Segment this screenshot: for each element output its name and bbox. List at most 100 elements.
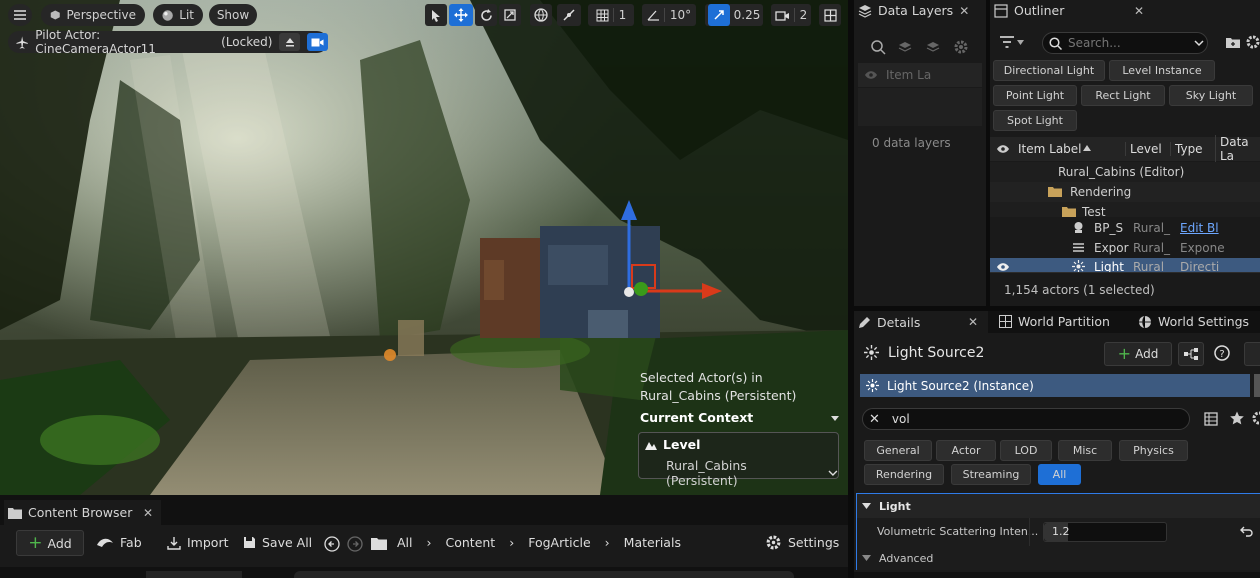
category-rendering[interactable]: Rendering [864,464,944,485]
save-all-button[interactable]: Save All [243,535,312,550]
viewport-layout-button[interactable] [819,4,841,26]
gear-icon[interactable] [1252,411,1260,425]
section-light-header[interactable]: Light [856,493,1260,518]
tree-row-folder-rendering[interactable]: Rendering [990,182,1260,202]
column-item-label[interactable]: Item Label [1018,142,1082,156]
grid-snap-button[interactable]: 1 [588,4,634,26]
star-icon[interactable] [1230,411,1244,425]
filter-chip-level-instance[interactable]: Level Instance [1109,60,1215,81]
gear-icon[interactable] [1246,35,1260,49]
outliner-search-input[interactable] [1068,36,1188,50]
breadcrumb-item[interactable]: All [397,535,413,550]
add-layer-icon[interactable] [898,40,914,54]
perspective-button[interactable]: Perspective [41,4,145,26]
show-button[interactable]: Show [209,4,257,26]
add-folder-icon[interactable] [1226,36,1240,48]
category-lod[interactable]: LOD [1000,440,1052,461]
category-misc[interactable]: Misc [1058,440,1112,461]
view-mode-button[interactable]: Lit [153,4,203,26]
breadcrumb-chevron-icon[interactable]: › [427,535,432,550]
clear-search-icon[interactable]: ✕ [869,412,880,427]
breadcrumb-item[interactable]: Content [446,535,496,550]
scale-tool-button[interactable] [499,4,521,26]
volumetric-scattering-input[interactable]: 1.2 [1043,522,1167,542]
gear-icon[interactable] [954,40,968,54]
surface-snap-button[interactable] [557,4,581,26]
close-icon[interactable]: ✕ [1134,4,1144,18]
camera-speed-button[interactable]: 2 [771,4,811,26]
category-physics[interactable]: Physics [1119,440,1188,461]
content-add-button[interactable]: + Add [16,530,84,556]
reset-to-default-icon[interactable] [1240,526,1253,537]
tab-world-settings[interactable]: World Settings [1138,314,1249,329]
translate-gizmo[interactable] [610,195,730,305]
section-advanced-header[interactable]: Advanced [856,546,1260,570]
category-all[interactable]: All [1038,464,1081,485]
forward-arrow-icon[interactable] [347,536,363,552]
column-level[interactable]: Level [1125,142,1162,156]
tab-world-partition[interactable]: World Partition [999,314,1110,329]
world-space-button[interactable] [530,4,552,26]
filter-chip-directional-light[interactable]: Directional Light [993,60,1105,81]
column-data-layers[interactable]: Data La [1215,135,1260,163]
breadcrumb-item[interactable]: Materials [624,535,681,550]
camera-lock-button[interactable] [307,33,329,51]
tree-row-world[interactable]: Rural_Cabins (Editor) [990,162,1260,182]
lock-button[interactable] [1244,342,1260,366]
filter-chip-point-light[interactable]: Point Light [993,85,1077,106]
current-context-header[interactable]: Current Context [640,410,840,425]
tree-row-actor-selected[interactable]: Light Rural Directi [990,258,1260,272]
outliner-search[interactable] [1042,32,1208,54]
level-dropdown[interactable]: Rural_Cabins (Persistent) [666,458,838,488]
help-icon[interactable]: ? [1214,345,1230,361]
level-context-card[interactable]: Level Rural_Cabins (Persistent) [638,432,839,488]
blueprint-button[interactable] [1178,342,1204,366]
tab-data-layers[interactable]: Data Layers ✕ [858,3,969,18]
details-search[interactable]: ✕ vol [862,408,1190,430]
close-icon[interactable]: ✕ [959,4,969,18]
tab-content-browser[interactable]: Content Browser ✕ [4,500,161,525]
close-icon[interactable]: ✕ [968,315,978,329]
tree-row-actor[interactable]: BP_S Rural_ Edit Bl [990,217,1260,239]
filter-chip-rect-light[interactable]: Rect Light [1081,85,1165,106]
scale-snap-toggle[interactable] [707,4,730,26]
translate-tool-button[interactable] [449,4,473,26]
property-divider[interactable] [1029,518,1030,546]
category-streaming[interactable]: Streaming [951,464,1031,485]
column-type[interactable]: Type [1170,142,1203,156]
content-settings-button[interactable]: Settings [766,535,839,550]
select-tool-button[interactable] [425,4,447,26]
actor-name[interactable]: Light Source2 [888,345,984,361]
table-view-icon[interactable] [1204,412,1218,426]
scale-snap-button[interactable]: 0.25 [705,4,763,26]
content-add-label: Add [47,535,72,551]
details-search-input[interactable]: vol [892,412,910,426]
tree-row-actor[interactable]: Expor Rural_ Expone [990,237,1260,259]
search-icon[interactable] [870,39,886,55]
component-instance-row[interactable]: Light Source2 (Instance) [860,374,1250,397]
rotation-snap-button[interactable]: 10° [642,4,696,26]
edit-blueprint-link[interactable]: Edit Bl [1180,221,1219,235]
add-component-button[interactable]: + Add [1104,342,1172,366]
filter-chip-spot-light[interactable]: Spot Light [993,110,1077,131]
breadcrumb-item[interactable]: FogArticle [528,535,590,550]
tab-outliner[interactable]: Outliner ✕ [994,3,1144,18]
breadcrumb-chevron-icon[interactable]: › [509,535,514,550]
eject-button[interactable] [279,33,301,51]
filter-button[interactable] [1000,36,1024,48]
level-viewport[interactable]: Perspective Lit Show 1 10° 0.25 2 Pilot … [0,0,848,495]
viewport-menu-button[interactable] [8,4,32,26]
category-actor[interactable]: Actor [936,440,996,461]
rotate-tool-button[interactable] [475,4,497,26]
remove-layer-icon[interactable] [926,40,942,54]
close-icon[interactable]: ✕ [143,506,153,520]
import-button[interactable]: Import [167,535,229,550]
tab-details[interactable]: Details ✕ [854,311,988,333]
eye-icon[interactable] [996,262,1010,272]
breadcrumb-chevron-icon[interactable]: › [605,535,610,550]
back-arrow-icon[interactable] [324,536,340,552]
fab-button[interactable]: Fab [96,535,142,550]
filter-chip-sky-light[interactable]: Sky Light [1169,85,1253,106]
folder-icon[interactable] [371,537,387,550]
category-general[interactable]: General [864,440,932,461]
